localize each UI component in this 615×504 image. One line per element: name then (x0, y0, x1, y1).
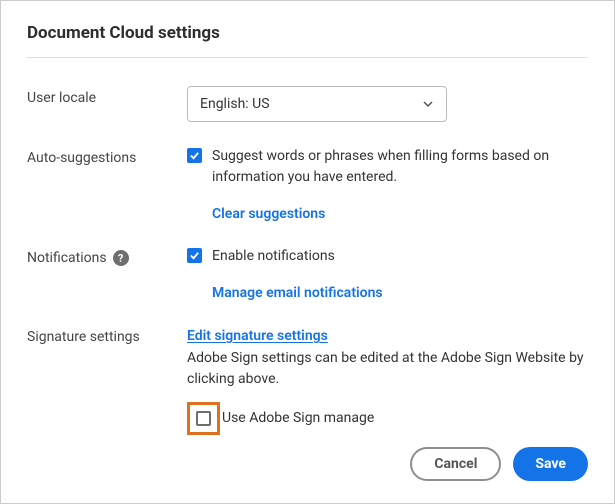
clear-suggestions-link[interactable]: Clear suggestions (212, 206, 325, 222)
auto-suggestions-checkbox[interactable] (187, 148, 202, 163)
divider (27, 57, 588, 58)
chevron-down-icon (422, 98, 434, 110)
highlight-box (187, 402, 220, 435)
auto-suggestions-description: Suggest words or phrases when filling fo… (212, 146, 588, 188)
edit-signature-link[interactable]: Edit signature settings (187, 328, 328, 344)
user-locale-select[interactable]: English: US (187, 86, 447, 122)
user-locale-label: User locale (27, 86, 187, 106)
check-icon (189, 250, 200, 261)
user-locale-row: User locale English: US (27, 86, 588, 122)
notifications-checkbox[interactable] (187, 248, 202, 263)
manage-notifications-link[interactable]: Manage email notifications (212, 285, 383, 301)
check-icon (189, 150, 200, 161)
auto-suggestions-row: Auto-suggestions Suggest words or phrase… (27, 146, 588, 222)
signature-settings-label: Signature settings (27, 325, 187, 345)
help-icon[interactable]: ? (113, 250, 129, 266)
user-locale-value: English: US (200, 96, 270, 112)
signature-settings-row: Signature settings Edit signature settin… (27, 325, 588, 435)
page-title: Document Cloud settings (27, 23, 588, 43)
auto-suggestions-label: Auto-suggestions (27, 146, 187, 166)
footer-buttons: Cancel Save (410, 447, 588, 481)
signature-description: Adobe Sign settings can be edited at the… (187, 348, 588, 390)
adobe-sign-checkbox[interactable] (196, 411, 211, 426)
adobe-sign-text: Use Adobe Sign manage (222, 408, 374, 429)
cancel-button[interactable]: Cancel (410, 447, 501, 481)
enable-notifications-text: Enable notifications (212, 246, 335, 267)
notifications-label: Notifications (27, 250, 107, 266)
save-button[interactable]: Save (513, 447, 588, 481)
notifications-row: Notifications ? Enable notifications Man… (27, 246, 588, 301)
